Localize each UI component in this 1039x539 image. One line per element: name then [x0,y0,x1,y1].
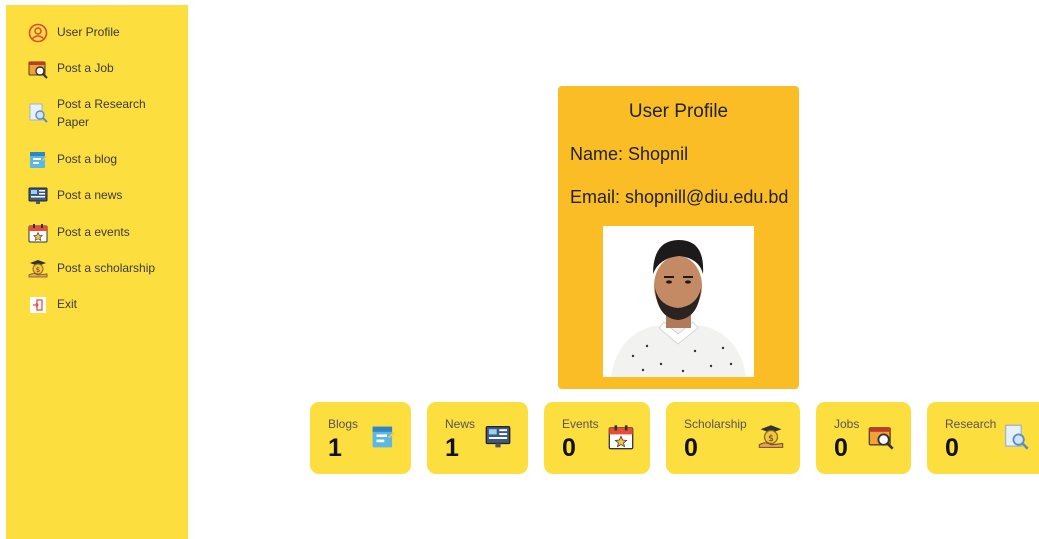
stat-value: 0 [684,434,698,462]
stat-value: 1 [328,434,342,462]
sidebar-item-post-job[interactable]: Post a Job [28,59,167,79]
stat-card-research[interactable]: Research 0 [927,402,1039,474]
news-icon [28,186,48,206]
stat-label: Scholarship [684,417,747,431]
news-icon [485,424,511,450]
stat-label: Research [945,417,997,431]
stat-value: 0 [834,434,848,462]
blog-icon [28,150,48,170]
profile-name: Name: Shopnil [570,144,689,164]
profile-title: User Profile [628,101,729,122]
calendar-icon [28,223,48,243]
stat-value: 0 [945,434,959,462]
sidebar-item-label: Post a events [57,225,130,239]
sidebar-item-post-research[interactable]: Post a Research Paper [28,95,167,131]
exit-icon [28,295,48,315]
svg-text:$: $ [36,266,40,274]
research-icon [28,103,48,123]
scholarship-icon: $ [28,259,48,279]
job-icon [868,424,894,450]
sidebar-item-label: User Profile [57,25,120,39]
user-profile-card: User Profile Name: Shopnil Email: shopni… [558,86,799,389]
sidebar-item-post-news[interactable]: Post a news [28,186,167,206]
sidebar-item-label: Post a blog [57,152,118,166]
stat-card-blogs[interactable]: Blogs 1 [310,402,411,474]
sidebar-item-post-events[interactable]: Post a events [28,223,167,243]
research-icon [1003,424,1029,450]
sidebar: User Profile Post a Job Post a Research … [6,5,188,539]
calendar-icon [608,424,634,450]
user-profile-icon [28,23,48,43]
stat-card-events[interactable]: Events 0 [544,402,650,474]
sidebar-item-post-scholarship[interactable]: $ Post a scholarship [28,259,167,279]
profile-email: Email: shopnill@diu.edu.bd [570,187,789,207]
scholarship-icon: $ [758,424,784,450]
stat-card-scholarship[interactable]: Scholarship 0 $ [666,402,800,474]
stat-label: News [445,417,476,431]
sidebar-item-label: Post a scholarship [57,261,156,275]
stat-label: Blogs [328,417,359,431]
stat-value: 0 [562,434,576,462]
sidebar-item-label: Exit [57,297,78,311]
sidebar-item-user-profile[interactable]: User Profile [28,23,167,43]
sidebar-item-label: Post a Job [57,61,114,75]
stat-value: 1 [445,434,459,462]
profile-photo [603,226,754,377]
blog-icon [370,424,396,450]
stat-card-jobs[interactable]: Jobs 0 [816,402,911,474]
stat-label: Jobs [834,417,860,431]
svg-text:$: $ [768,434,774,444]
sidebar-item-label: Post a news [57,188,123,202]
stat-card-news[interactable]: News 1 [427,402,528,474]
job-icon [28,59,48,79]
stat-label: Events [562,417,599,431]
sidebar-item-exit[interactable]: Exit [28,295,167,315]
sidebar-item-post-blog[interactable]: Post a blog [28,150,167,170]
sidebar-item-label: Post a Research Paper [57,97,146,129]
